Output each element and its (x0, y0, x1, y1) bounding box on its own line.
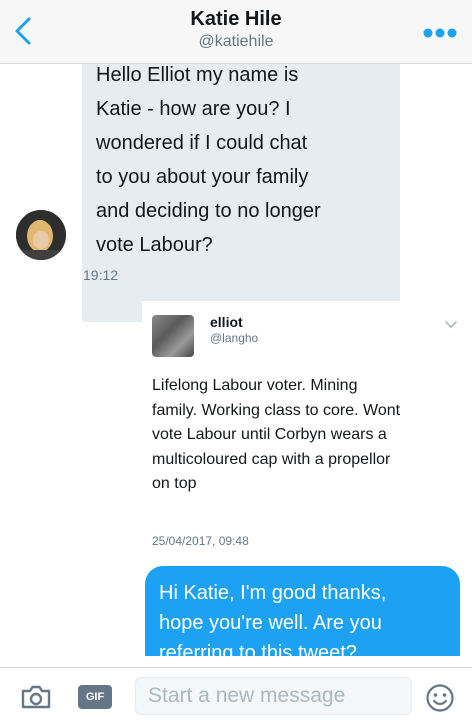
more-options-button[interactable] (420, 26, 460, 40)
conversation-header: Katie Hile @katiehile (0, 0, 472, 64)
emoji-button[interactable] (425, 683, 455, 713)
ellipsis-icon (423, 28, 457, 38)
header-title-group: Katie Hile @katiehile (0, 8, 472, 51)
outgoing-message-text: Hi Katie, I'm good thanks, hope you're w… (159, 582, 387, 656)
chevron-down-icon (445, 321, 457, 329)
contact-name: Katie Hile (190, 8, 282, 30)
incoming-message-text: Hello Elliot my name is Katie - how are … (96, 64, 321, 256)
tweet-author-handle: @langho (210, 331, 259, 345)
camera-button[interactable] (20, 684, 52, 710)
message-thread[interactable]: Hello Elliot my name is Katie - how are … (0, 64, 472, 656)
emoji-icon (426, 684, 454, 712)
tweet-menu-button[interactable] (444, 317, 458, 329)
quoted-tweet-card[interactable]: elliot @langho Lifelong Labour voter. Mi… (142, 301, 472, 571)
gif-button[interactable]: GIF (78, 685, 112, 709)
avatar-photo (16, 210, 66, 260)
contact-handle: @katiehile (198, 33, 274, 50)
tweet-author-name: elliot (210, 314, 243, 330)
tweet-text: Lifelong Labour voter. Mining family. Wo… (152, 377, 401, 492)
tweet-date: 25/04/2017, 09:48 (152, 534, 249, 548)
message-composer: GIF (0, 667, 472, 720)
avatar[interactable] (16, 210, 66, 260)
tweet-author-avatar (152, 315, 194, 357)
message-timestamp: 19:12 (83, 267, 119, 283)
outgoing-message-bubble[interactable]: Hi Katie, I'm good thanks, hope you're w… (145, 566, 460, 656)
incoming-message-bubble[interactable]: Hello Elliot my name is Katie - how are … (82, 64, 400, 322)
camera-icon (21, 685, 51, 709)
message-input[interactable] (135, 677, 412, 715)
